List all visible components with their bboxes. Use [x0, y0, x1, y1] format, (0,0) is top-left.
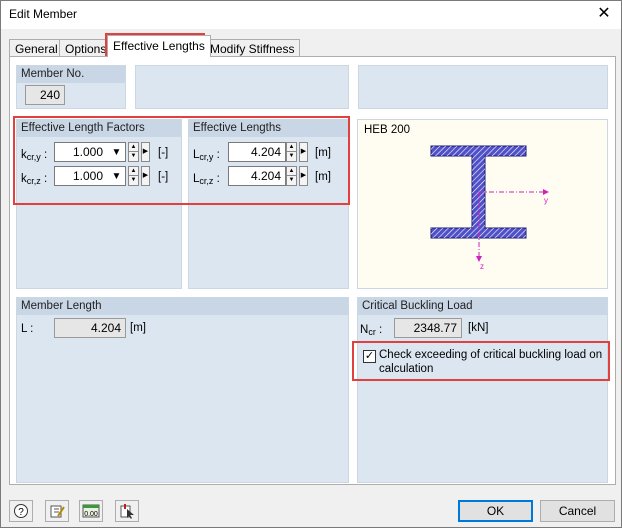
kcry-label: kcr,y : — [21, 149, 48, 162]
kcrz-select-button[interactable]: ▶ — [141, 166, 150, 186]
lcrz-unit: [m] — [315, 171, 331, 183]
empty-panel-1 — [135, 65, 349, 109]
lcrz-label: Lcr,z : — [193, 173, 220, 186]
ncr-field: 2348.77 — [394, 318, 462, 338]
ok-button[interactable]: OK — [458, 500, 533, 522]
title-bar: Edit Member ✕ — [1, 1, 621, 29]
close-icon[interactable]: ✕ — [591, 3, 617, 25]
ncr-label: Ncr : — [360, 324, 383, 337]
check-exceeding-label-line2[interactable]: calculation — [379, 363, 433, 375]
lcry-input[interactable]: 4.204 — [228, 142, 286, 162]
member-length-unit: [m] — [130, 322, 146, 334]
lcrz-spinner[interactable]: ▲ ▼ — [286, 166, 297, 186]
kcrz-unit: [-] — [158, 171, 169, 183]
edit-pencil-icon[interactable] — [45, 500, 69, 522]
window-title: Edit Member — [9, 7, 78, 21]
member-length-group: Member Length L : 4.204 [m] — [16, 297, 349, 483]
select-member-icon[interactable] — [115, 500, 139, 522]
empty-panel-2 — [358, 65, 608, 109]
edit-member-dialog: Edit Member ✕ General Options Effective … — [0, 0, 622, 528]
cross-section-preview: HEB 200 y z — [357, 119, 608, 289]
member-length-label: L : — [21, 323, 34, 335]
kcrz-label: kcr,z : — [21, 173, 48, 186]
chevron-down-icon[interactable]: ▼ — [109, 168, 124, 186]
svg-text:0.00: 0.00 — [84, 511, 98, 518]
ncr-unit: [kN] — [468, 322, 489, 334]
member-no-group: Member No. 240 — [16, 65, 126, 109]
member-no-field: 240 — [25, 85, 65, 105]
check-exceeding-label-line1[interactable]: Check exceeding of critical buckling loa… — [379, 349, 602, 361]
check-exceeding-checkbox[interactable]: ✓ — [363, 350, 376, 363]
member-length-field: 4.204 — [54, 318, 126, 338]
cancel-button[interactable]: Cancel — [540, 500, 615, 522]
lcry-unit: [m] — [315, 147, 331, 159]
help-icon[interactable]: ? — [9, 500, 33, 522]
tab-effective-lengths[interactable]: Effective Lengths — [107, 35, 211, 57]
critical-header: Critical Buckling Load — [358, 298, 607, 315]
axis-z-label: z — [480, 262, 484, 271]
lengths-header: Effective Lengths — [189, 120, 348, 137]
numeric-values-icon[interactable]: 0.00 — [79, 500, 103, 522]
tab-options[interactable]: Options — [59, 39, 113, 57]
critical-buckling-load-group: Critical Buckling Load Ncr : 2348.77 [kN… — [357, 297, 608, 483]
kcry-unit: [-] — [158, 147, 169, 159]
lcry-label: Lcr,y : — [193, 149, 220, 162]
kcry-select-button[interactable]: ▶ — [141, 142, 150, 162]
member-length-header: Member Length — [17, 298, 348, 315]
lcry-select-button[interactable]: ▶ — [299, 142, 308, 162]
kcry-spinner[interactable]: ▲ ▼ — [128, 142, 139, 162]
effective-lengths-group: Effective Lengths Lcr,y : 4.204 ▲ ▼ ▶ [m]… — [188, 119, 349, 289]
lcrz-select-button[interactable]: ▶ — [299, 166, 308, 186]
lcrz-input[interactable]: 4.204 — [228, 166, 286, 186]
tab-general[interactable]: General — [9, 39, 64, 57]
member-no-header: Member No. — [17, 66, 125, 83]
lcry-spinner[interactable]: ▲ ▼ — [286, 142, 297, 162]
svg-text:?: ? — [18, 507, 24, 518]
effective-length-factors-group: Effective Length Factors kcr,y : 1.000 ▼… — [16, 119, 182, 289]
axis-y-label: y — [544, 196, 548, 205]
chevron-down-icon[interactable]: ▼ — [109, 144, 124, 162]
factors-header: Effective Length Factors — [17, 120, 181, 137]
kcrz-spinner[interactable]: ▲ ▼ — [128, 166, 139, 186]
tab-modify-stiffness[interactable]: Modify Stiffness — [204, 39, 301, 57]
